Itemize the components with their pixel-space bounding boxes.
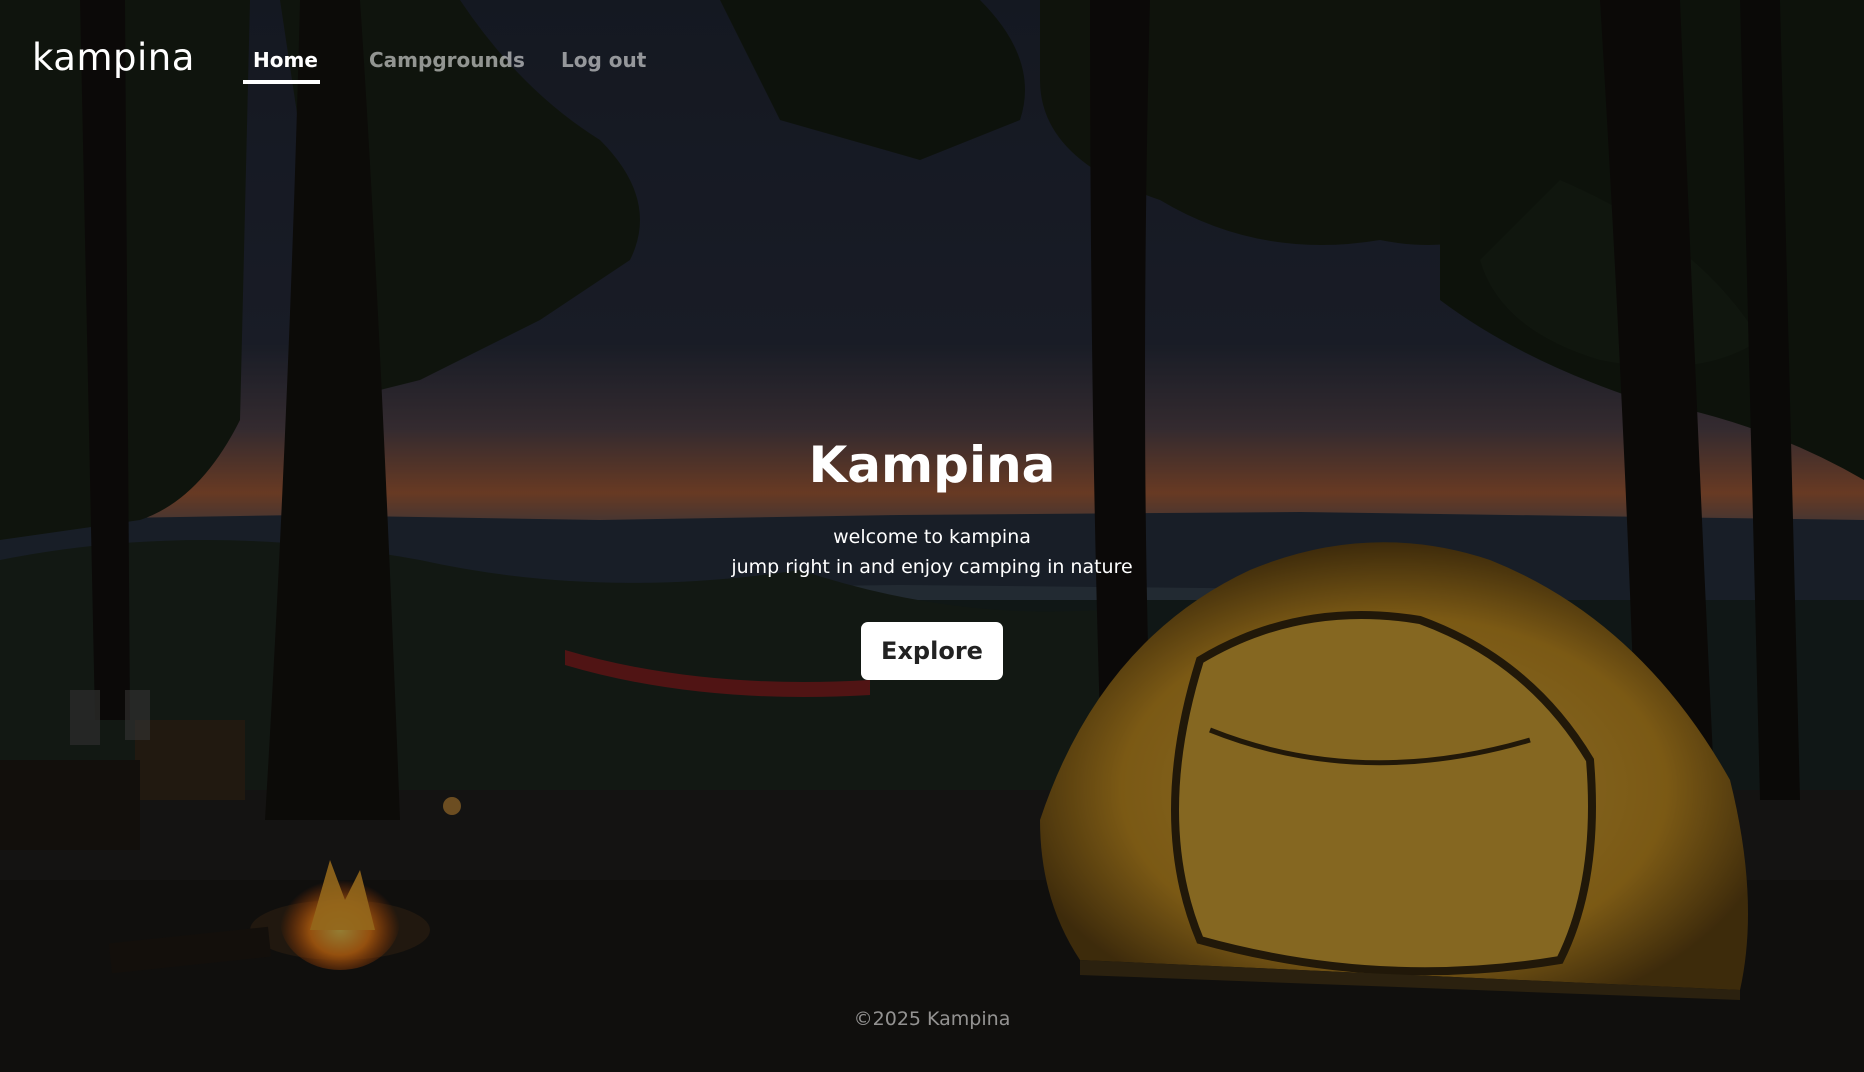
footer-copyright: ©2025 Kampina — [853, 1008, 1011, 1030]
hero-section: Kampina welcome to kampina jump right in… — [0, 430, 1864, 680]
hero-lead-line-1: welcome to kampina — [833, 526, 1031, 548]
hero-lead-line-2: jump right in and enjoy camping in natur… — [731, 556, 1133, 578]
footer: ©2025 Kampina — [0, 1008, 1864, 1030]
hero-title: Kampina — [808, 436, 1056, 494]
active-link-indicator — [243, 80, 320, 84]
hero-lead: welcome to kampina jump right in and enj… — [0, 522, 1864, 582]
nav-link-logout[interactable]: Log out — [561, 48, 646, 72]
explore-button[interactable]: Explore — [861, 622, 1003, 680]
nav-link-campgrounds[interactable]: Campgrounds — [369, 48, 525, 72]
landing-page: kampina Home Campgrounds Log out Kampina… — [0, 0, 1864, 1072]
brand-logo[interactable]: kampina — [32, 36, 195, 79]
top-navbar: kampina Home Campgrounds Log out — [0, 0, 1864, 100]
nav-link-home[interactable]: Home — [253, 48, 318, 72]
